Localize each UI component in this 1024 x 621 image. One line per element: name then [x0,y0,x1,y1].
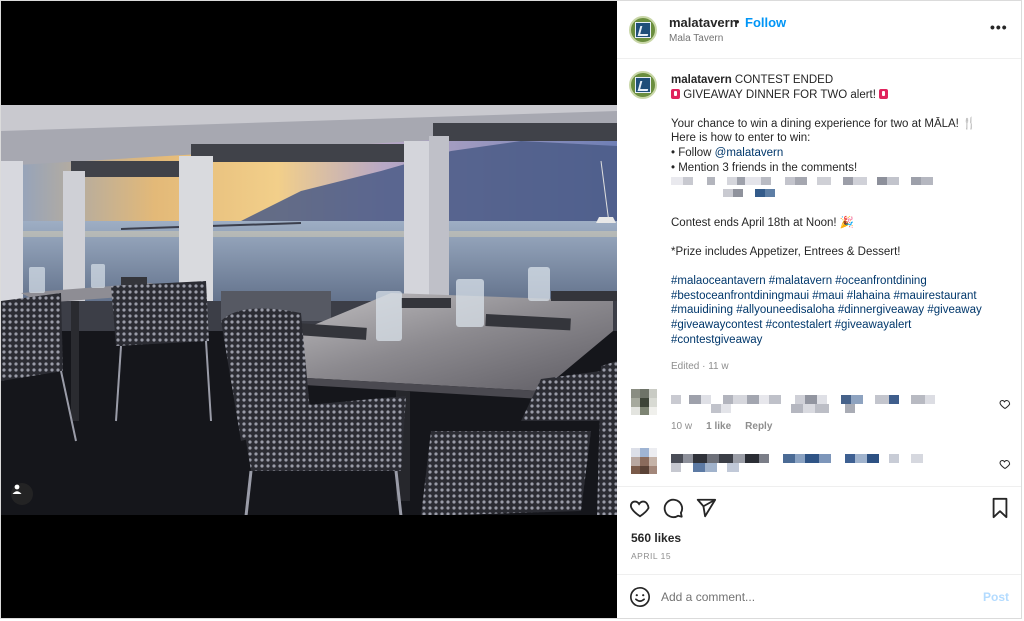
hashtag-line[interactable]: #mauidining #allyouneedisaloha #dinnergi… [671,303,1001,318]
red-flag-icon [671,88,680,99]
hashtag-line[interactable]: #contestgiveaway [671,333,1001,348]
commenter-avatar[interactable] [631,389,657,415]
post-date: APRIL 15 [631,551,672,561]
caption-line: *Prize includes Appetizer, Entrees & Des… [671,245,901,258]
post-header: malatavern • Follow Mala Tavern ••• [617,1,1021,59]
restaurant-view-photo [1,1,617,618]
caption-username[interactable]: malatavern [671,74,732,86]
mention-link[interactable]: @malatavern [715,147,784,159]
red-flag-icon [879,88,889,99]
caption-line: • Follow [671,146,715,159]
action-bar [617,486,1021,522]
hashtag-line[interactable]: #malaoceantavern #malatavern #oceanfront… [671,274,1001,289]
header-location[interactable]: Mala Tavern [669,33,723,44]
post-details-panel: malatavern • Follow Mala Tavern ••• mala… [617,1,1021,618]
comment-input[interactable] [661,587,961,607]
comment-like-heart-icon[interactable] [999,458,1011,470]
comment-composer: Post [617,574,1021,618]
comment-meta: 10 w 1 like Reply [671,421,772,432]
post-comment-button[interactable]: Post [983,590,1009,604]
separator-dot: • [735,14,740,29]
comment-icon[interactable] [662,497,684,519]
follow-button[interactable]: Follow [745,15,786,30]
header-username[interactable]: malatavern [669,15,738,30]
share-icon[interactable] [695,497,717,519]
caption-line: Here is how to enter to win: [671,132,811,145]
more-options-icon[interactable]: ••• [990,19,1008,35]
caption-line: CONTEST ENDED [731,74,834,86]
commenter-avatar[interactable] [631,448,657,474]
pixelated-comment-text [671,404,855,414]
likes-count[interactable]: 560 likes [631,531,681,545]
bookmark-icon[interactable] [989,497,1011,519]
reply-button[interactable]: Reply [745,421,772,432]
heart-icon[interactable] [629,497,651,519]
caption-avatar[interactable] [629,71,657,99]
pixelated-emoji-row [671,189,1001,201]
caption-line: • Mention 3 friends in the comments! [671,161,858,174]
post-photo[interactable] [1,1,617,618]
user-tag-icon[interactable] [11,483,33,505]
avatar[interactable] [629,16,657,44]
instagram-post-window: malatavern • Follow Mala Tavern ••• mala… [0,0,1022,619]
caption-line: Contest ends April 18th at Noon! 🎉 [671,216,855,229]
comment-likes[interactable]: 1 like [706,421,731,432]
edited-timestamp: Edited · 11 w [671,361,729,372]
comment-time: 10 w [671,421,693,432]
emoji-icon[interactable] [629,586,651,608]
caption-line: Your chance to win a dining experience f… [671,117,977,130]
comment-like-heart-icon[interactable] [999,398,1011,410]
pixelated-comment-text [671,463,739,473]
hashtag-line[interactable]: #bestoceanfrontdiningmaui #maui #lahaina… [671,289,1001,304]
hashtag-line[interactable]: #giveawaycontest #contestalert #giveaway… [671,318,1001,333]
post-caption: malatavern CONTEST ENDED GIVEAWAY DINNER… [671,73,1001,347]
pixelated-emoji-row [671,177,1001,189]
caption-line: GIVEAWAY DINNER FOR TWO alert! [680,88,880,101]
